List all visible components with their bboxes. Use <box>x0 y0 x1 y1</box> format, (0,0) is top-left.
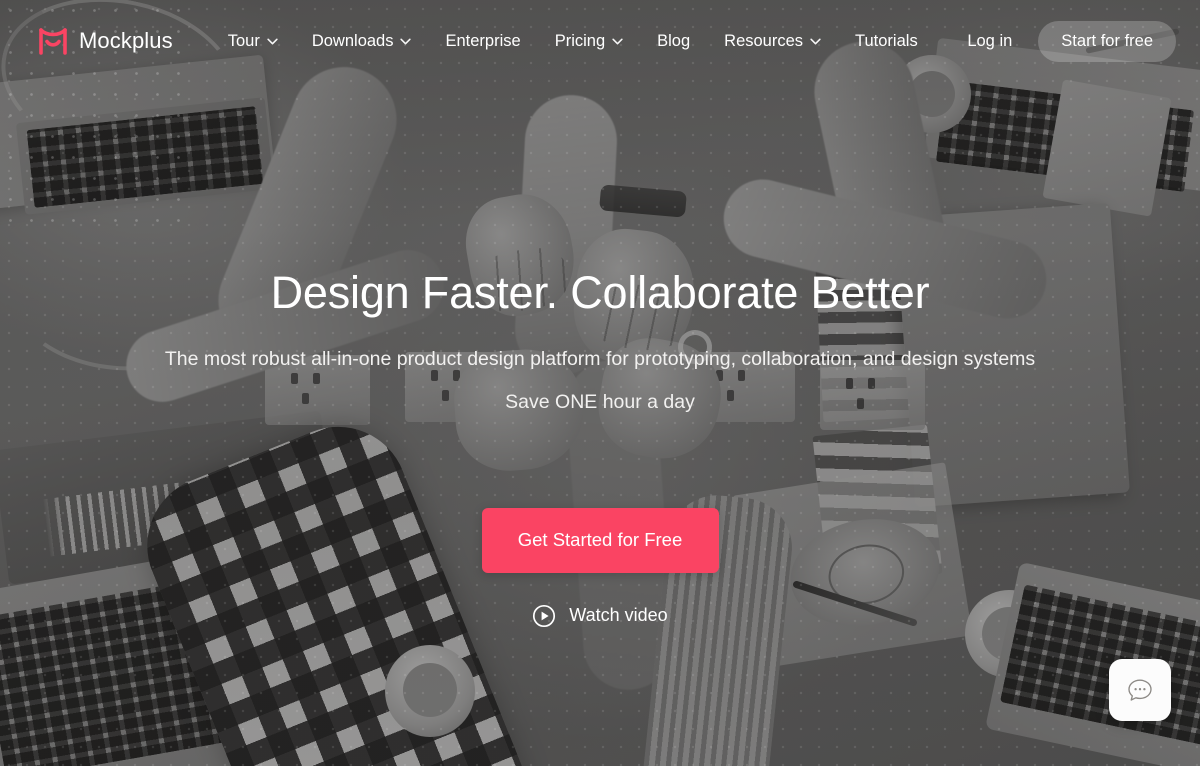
chevron-down-icon <box>267 38 278 44</box>
login-link[interactable]: Log in <box>949 22 1030 61</box>
brand-logo-link[interactable]: Mockplus <box>38 27 173 55</box>
chevron-down-icon <box>810 38 821 44</box>
nav-item-label: Pricing <box>554 31 606 50</box>
power-socket <box>820 360 925 430</box>
chevron-down-icon <box>400 38 412 44</box>
coffee-cup-bottom <box>385 645 475 737</box>
nav-item-label: Tour <box>227 31 260 50</box>
chat-bubble-icon <box>1128 679 1152 701</box>
nav-item-label: Blog <box>657 31 691 50</box>
brand-name: Mockplus <box>79 28 173 53</box>
nav-item-enterprise[interactable]: Enterprise <box>428 22 537 61</box>
play-circle-icon <box>533 604 556 627</box>
hero-subheadline: The most robust all-in-one product desig… <box>164 347 1036 370</box>
nav-item-blog[interactable]: Blog <box>640 22 707 61</box>
nav-item-label: Tutorials <box>855 31 918 50</box>
chat-widget-button[interactable] <box>1109 659 1171 721</box>
nav-item-label: Downloads <box>311 31 394 50</box>
hero-background-photo <box>0 0 1200 766</box>
nav-item-pricing[interactable]: Pricing <box>538 22 640 61</box>
nav-item-label: Enterprise <box>445 31 521 50</box>
watch-video-label: Watch video <box>569 605 668 625</box>
hero-section: Mockplus Tour Downloads Enterprise Prici… <box>0 0 1200 766</box>
nav-item-label: Resources <box>724 31 804 50</box>
mockplus-m-logo-icon <box>39 27 67 55</box>
main-navigation: Mockplus Tour Downloads Enterprise Prici… <box>0 0 1200 82</box>
hero-tagline: Save ONE hour a day <box>505 390 695 413</box>
watch-video-link[interactable]: Watch video <box>532 604 668 628</box>
chevron-down-icon <box>612 38 623 44</box>
start-for-free-button[interactable]: Start for free <box>1038 20 1176 62</box>
nav-item-resources[interactable]: Resources <box>707 22 838 61</box>
hero-headline: Design Faster. Collaborate Better <box>270 267 930 318</box>
spiral-notebook <box>1042 79 1172 217</box>
nav-item-downloads[interactable]: Downloads <box>295 22 429 61</box>
nav-links: Tour Downloads Enterprise Pricing Blog R… <box>211 22 935 61</box>
get-started-button[interactable]: Get Started for Free <box>481 507 719 573</box>
nav-item-tour[interactable]: Tour <box>211 22 295 61</box>
nav-actions: Log in Start for free <box>949 20 1176 62</box>
nav-item-tutorials[interactable]: Tutorials <box>838 22 935 61</box>
